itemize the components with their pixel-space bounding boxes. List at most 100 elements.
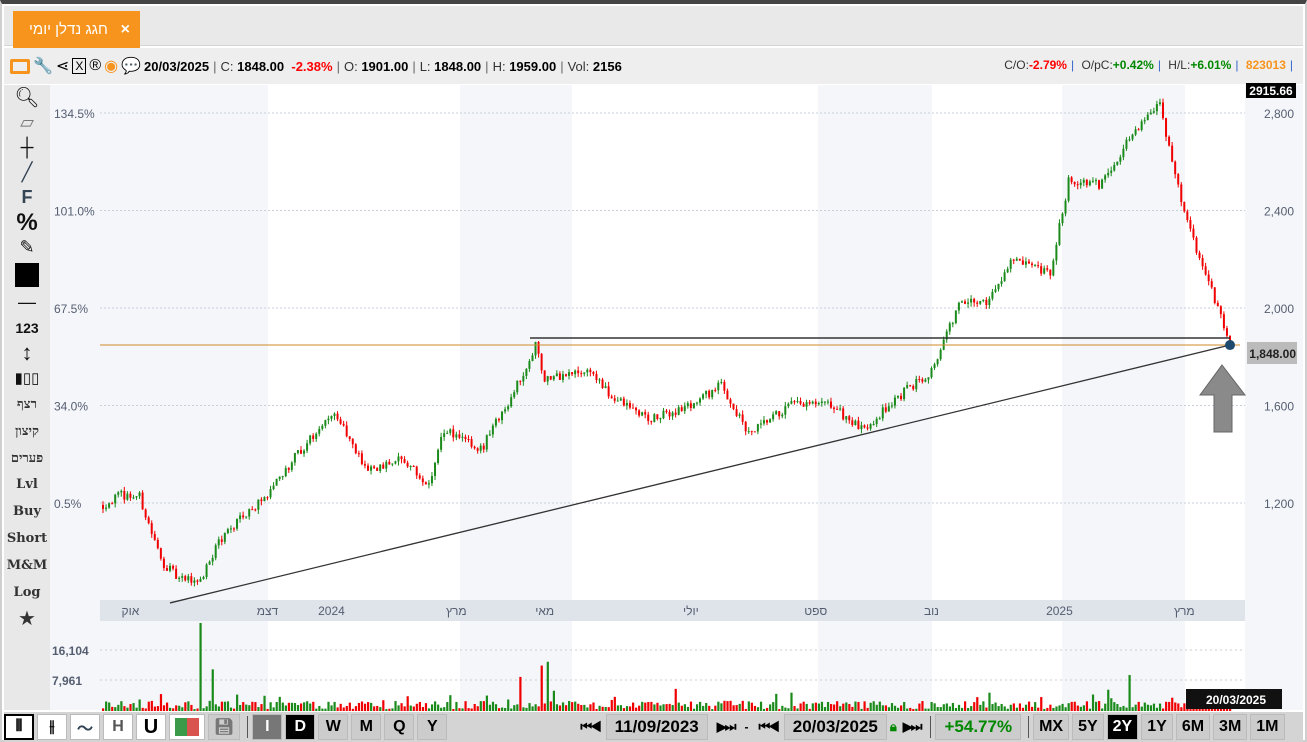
interval-weekly[interactable]: W	[318, 714, 349, 740]
tool-extreme[interactable]: קיצון	[4, 417, 50, 444]
candle-body	[1140, 121, 1143, 130]
volume-bar	[123, 706, 126, 711]
h-chart-button[interactable]: H	[103, 714, 133, 740]
range-1m[interactable]: 1M	[1250, 714, 1285, 740]
candle-body	[976, 302, 979, 304]
volume-bar	[568, 700, 571, 711]
candle-body	[592, 372, 595, 374]
candle-body	[574, 370, 577, 375]
candle-body	[985, 299, 988, 306]
x-tick-label: מרץ	[446, 604, 467, 618]
volume-bar	[159, 694, 163, 711]
volume-bar	[427, 708, 431, 711]
tool-lvl[interactable]: Lvl	[4, 471, 50, 498]
volume-bar	[711, 709, 714, 711]
tool-buy[interactable]: Buy	[4, 498, 50, 525]
candle-body	[549, 376, 552, 380]
from-date[interactable]: 11/09/2023	[605, 714, 708, 740]
edit-icon[interactable]: ✎	[4, 235, 50, 260]
candle-body	[781, 414, 784, 417]
volume-bar	[1034, 702, 1037, 711]
to-next-icon[interactable]: ▶⏭	[903, 719, 923, 735]
candles-chart-button[interactable]: ⫴	[4, 714, 34, 740]
volume-bar	[488, 704, 492, 711]
tool-continuous[interactable]: רצף	[4, 390, 50, 417]
vertical-measure-icon[interactable]: ↕	[4, 340, 50, 365]
candle-body	[616, 400, 619, 402]
ohlc-chart-button[interactable]: ⫲	[37, 714, 67, 740]
interval-yearly[interactable]: Y	[417, 714, 448, 740]
color-chart-button[interactable]	[169, 714, 205, 740]
candle-body	[153, 533, 156, 540]
candle-body	[360, 453, 363, 465]
range-5y[interactable]: 5Y	[1072, 714, 1104, 740]
to-date[interactable]: 20/03/2025	[783, 714, 887, 740]
candle-body	[909, 385, 912, 387]
range-3m[interactable]: 3M	[1213, 714, 1248, 740]
volume-bar	[924, 708, 927, 711]
candle-body	[1122, 148, 1125, 158]
divider	[247, 716, 249, 738]
volume-bar	[1180, 707, 1183, 711]
zoom-icon[interactable]: 🔍︎	[4, 85, 50, 110]
volume-bar	[1058, 705, 1061, 711]
u-chart-button[interactable]: U	[136, 714, 166, 740]
volume-bar	[735, 705, 738, 711]
to-first-icon[interactable]: ⏮◀	[758, 719, 779, 735]
volume-bar	[339, 703, 342, 711]
x-tick-label: דצמ	[257, 604, 279, 618]
candle-body	[190, 576, 193, 583]
line-tool-icon[interactable]: ╱	[4, 160, 50, 185]
range-max[interactable]: MX	[1033, 714, 1070, 740]
tool-mm[interactable]: M&M	[4, 552, 50, 579]
candle-body	[662, 410, 665, 419]
volume-bar	[738, 703, 741, 711]
volume-bar	[318, 705, 321, 711]
interval-quarterly[interactable]: Q	[384, 714, 415, 740]
percent-icon[interactable]: %	[4, 209, 50, 236]
candle-body	[1006, 268, 1009, 273]
candle-body	[665, 410, 668, 413]
candle-body	[711, 389, 714, 398]
range-2y[interactable]: 2Y	[1106, 714, 1139, 740]
range-6m[interactable]: 6M	[1175, 714, 1211, 740]
candle-body	[991, 291, 994, 299]
interval-daily[interactable]: D	[285, 714, 316, 740]
fibonacci-icon[interactable]: F	[4, 185, 50, 210]
volume-bar	[1110, 698, 1113, 711]
range-1y[interactable]: 1Y	[1141, 714, 1173, 740]
volume-bar	[857, 701, 860, 711]
interval-monthly[interactable]: M	[351, 714, 382, 740]
price-chart[interactable]: 1,200 1,600 2,000 2,400 2,800 0.5% 34.0% 67.5% 1…	[0, 0, 1307, 742]
volume-bar	[631, 702, 635, 711]
save-icon[interactable]: 💾︎	[208, 714, 241, 740]
candle-type-icon[interactable]: ▮▯▯	[4, 365, 50, 390]
from-next-icon[interactable]: ▶⏭	[717, 719, 737, 735]
color-picker-icon[interactable]	[4, 260, 50, 290]
candle-body	[184, 576, 187, 581]
volume-bar	[397, 705, 400, 711]
volume-bar	[385, 709, 388, 711]
volume-bar	[1067, 703, 1070, 711]
measure-icon[interactable]: 123	[4, 315, 50, 340]
volume-bar	[388, 708, 391, 711]
candle-body	[537, 341, 540, 354]
volume-bar	[583, 704, 586, 711]
line-chart-button[interactable]: 〜	[70, 714, 100, 740]
tool-short[interactable]: Short	[4, 525, 50, 552]
tool-log[interactable]: Log	[4, 579, 50, 606]
candle-body	[939, 349, 942, 360]
interval-intraday[interactable]: I	[252, 714, 283, 740]
eraser-icon[interactable]: ▱	[4, 110, 50, 135]
volume-bar	[1122, 705, 1125, 711]
volume-bar	[851, 706, 854, 711]
lock-icon[interactable]: 🔒︎	[890, 719, 897, 735]
crosshair-icon[interactable]: ┼	[4, 135, 50, 160]
volume-bar	[211, 669, 214, 711]
star-icon[interactable]: ★	[4, 606, 50, 631]
candle-body	[531, 355, 534, 362]
tool-gaps[interactable]: פערים	[4, 444, 50, 471]
from-first-icon[interactable]: ⏮◀	[580, 719, 601, 735]
volume-bar	[458, 708, 461, 711]
line-style-icon[interactable]: —	[4, 290, 50, 315]
